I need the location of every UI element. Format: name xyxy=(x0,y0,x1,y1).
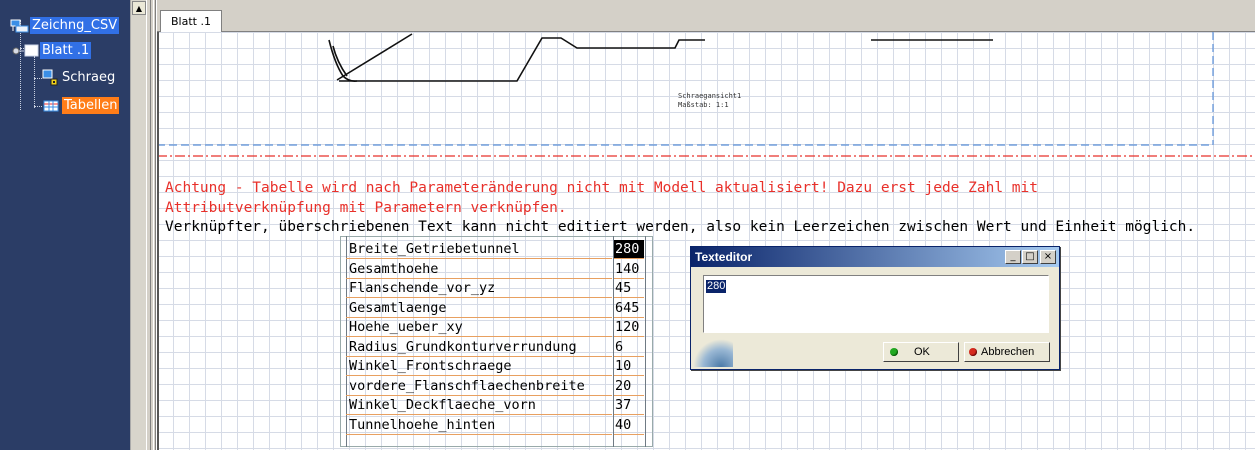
parameter-value-cell[interactable]: 280 xyxy=(614,240,644,259)
parameter-name-cell[interactable]: Flanschende_vor_yz xyxy=(346,279,612,298)
tree-item-label: Zeichng_CSV xyxy=(30,17,120,34)
parameter-name-cell[interactable]: Hoehe_ueber_xy xyxy=(346,318,612,337)
cancel-icon xyxy=(969,348,977,356)
tree-item-sheet[interactable]: Blatt .1 xyxy=(10,41,92,60)
text-edit-field[interactable]: 280 xyxy=(703,275,1049,333)
table-row[interactable]: Tunnelhoehe_hinten 40 xyxy=(346,416,646,435)
specification-tree: Zeichng_CSV Blatt .1 Schraeg Tabellen xyxy=(0,0,132,450)
tree-connector xyxy=(34,56,35,108)
tab-sheet-1[interactable]: Blatt .1 xyxy=(160,10,222,32)
parameter-name-cell[interactable]: Radius_Grundkonturverrundung xyxy=(346,338,612,357)
parameter-value-cell[interactable]: 140 xyxy=(614,260,644,279)
table-row[interactable]: Gesamtlaenge 645 xyxy=(346,299,646,318)
parameter-name-cell[interactable]: Gesamtlaenge xyxy=(346,299,612,318)
dialog-title-bar[interactable]: Texteditor xyxy=(691,247,1059,267)
tree-item-label: Blatt .1 xyxy=(40,42,92,59)
expand-collapse-icon[interactable] xyxy=(10,44,24,58)
scroll-up-arrow-icon[interactable]: ▲ xyxy=(132,1,146,15)
parameter-value-cell[interactable]: 6 xyxy=(614,338,644,357)
cancel-button-label: Abbrechen xyxy=(981,346,1035,358)
cancel-button[interactable]: Abbrechen xyxy=(964,342,1050,362)
sheet-icon xyxy=(24,44,40,58)
text-editor-dialog[interactable]: Texteditor _ □ × 280 OK Abbrechen xyxy=(690,246,1060,370)
note-text-line: Verknüpfter, überschriebenen Text kann n… xyxy=(165,219,1196,235)
tree-item-drawing[interactable]: Zeichng_CSV xyxy=(10,16,120,35)
view-caption: Schraegansicht1 Maßstab: 1:1 xyxy=(678,92,741,110)
table-row[interactable]: Radius_Grundkonturverrundung 6 xyxy=(346,338,646,357)
tree-scrollbar[interactable]: ▲ xyxy=(130,0,146,450)
parameter-value-cell[interactable]: 37 xyxy=(614,396,644,415)
ok-button[interactable]: OK xyxy=(883,342,959,362)
tree-item-table[interactable]: Tabellen xyxy=(42,96,120,115)
tree-item-view[interactable]: Schraeg xyxy=(42,68,117,87)
parameter-value-cell[interactable]: 40 xyxy=(614,416,644,435)
parameter-name-cell[interactable]: vordere_Flanschflaechenbreite xyxy=(346,377,612,396)
table-icon xyxy=(42,98,62,114)
parameter-value-cell[interactable]: 20 xyxy=(614,377,644,396)
ok-button-label: OK xyxy=(914,346,930,358)
drawing-icon xyxy=(10,18,30,34)
warning-text-line-2: Attributverknüpfung mit Parametern verkn… xyxy=(165,200,567,216)
table-row[interactable]: Flanschende_vor_yz 45 xyxy=(346,279,646,298)
maximize-button[interactable]: □ xyxy=(1022,250,1038,264)
profile-geometry xyxy=(328,33,993,82)
panel-splitter[interactable] xyxy=(146,0,156,450)
view-name: Schraegansicht1 xyxy=(678,92,742,100)
ok-icon xyxy=(890,348,898,356)
table-row[interactable]: Gesamthoehe 140 xyxy=(346,260,646,279)
table-row[interactable]: Breite_Getriebetunnel 280 xyxy=(346,240,646,259)
parameter-value-cell[interactable]: 120 xyxy=(614,318,644,337)
tree-connector xyxy=(34,78,42,79)
parameter-name-cell[interactable]: Tunnelhoehe_hinten xyxy=(346,416,612,435)
app-logo-icon xyxy=(693,339,733,367)
parameter-value-cell[interactable]: 45 xyxy=(614,279,644,298)
parameter-value-cell[interactable]: 10 xyxy=(614,357,644,376)
selected-text: 280 xyxy=(706,280,727,293)
canvas-left-edge xyxy=(157,32,159,450)
table-row[interactable]: Winkel_Frontschraege 10 xyxy=(346,357,646,376)
warning-text-line-1: Achtung - Tabelle wird nach Parameteränd… xyxy=(165,180,1038,196)
parameter-name-cell[interactable]: Winkel_Deckflaeche_vorn xyxy=(346,396,612,415)
parameter-name-cell[interactable]: Gesamthoehe xyxy=(346,260,612,279)
minimize-button[interactable]: _ xyxy=(1005,250,1021,264)
tree-connector xyxy=(34,106,42,107)
table-row[interactable]: vordere_Flanschflaechenbreite 20 xyxy=(346,377,646,396)
parameter-name-cell[interactable]: Winkel_Frontschraege xyxy=(346,357,612,376)
table-row[interactable]: Hoehe_ueber_xy 120 xyxy=(346,318,646,337)
close-button[interactable]: × xyxy=(1040,250,1056,264)
parameter-table[interactable]: Breite_Getriebetunnel 280 Gesamthoehe 140 Fl… xyxy=(340,236,653,447)
window-top-strip xyxy=(157,0,1255,8)
parameter-name-cell[interactable]: Breite_Getriebetunnel xyxy=(346,240,612,259)
view-icon xyxy=(42,69,60,87)
tree-item-label: Tabellen xyxy=(62,97,120,114)
parameter-value-cell[interactable]: 645 xyxy=(614,299,644,318)
view-scale: Maßstab: 1:1 xyxy=(678,101,729,109)
dialog-title: Texteditor xyxy=(695,250,753,264)
sheet-tab-bar: Blatt .1 xyxy=(157,8,1255,32)
table-row[interactable]: Winkel_Deckflaeche_vorn 37 xyxy=(346,396,646,415)
tree-item-label: Schraeg xyxy=(62,70,116,85)
